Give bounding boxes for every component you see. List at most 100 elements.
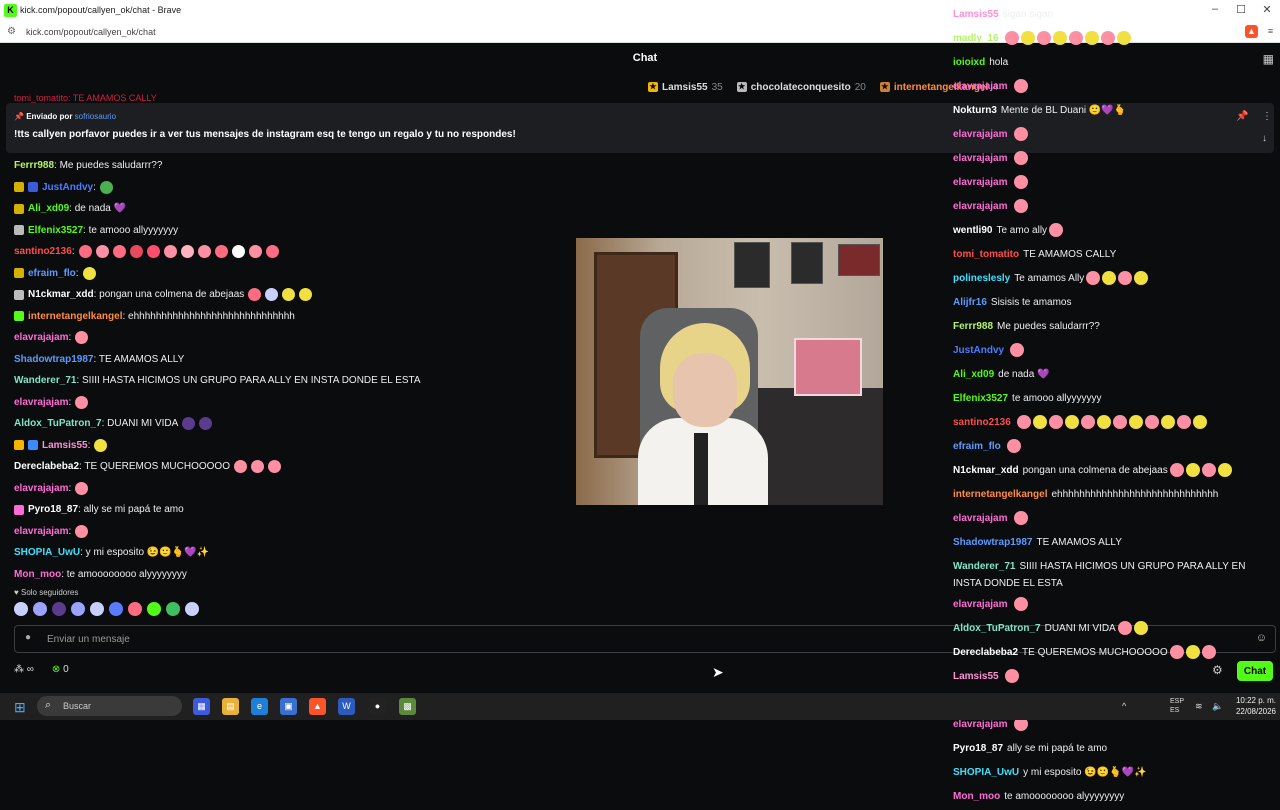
emote-icon[interactable] [182,417,196,431]
store-app-icon[interactable]: ▣ [280,698,297,715]
chat-username[interactable]: JustAndvy [42,182,93,193]
overlay-message-text: ehhhhhhhhhhhhhhhhhhhhhhhhhhhhh [1051,489,1219,500]
brave-app-icon[interactable]: ▲ [309,698,326,715]
overlay-username: Alijfr16 [953,297,987,308]
chat-username[interactable]: elavrajajam [14,332,69,343]
emote-icon[interactable] [231,245,245,259]
taskbar-clock[interactable]: 10:22 p. m. 22/08/2026 [1232,695,1276,717]
emote-icon[interactable] [75,331,89,345]
chat-username[interactable]: efraim_flo [28,268,76,279]
chat-message: Mon_moo: te amoooooooo alyyyyyyyy [14,564,574,586]
followers-only-label: ♥ Solo seguidores [14,588,78,597]
chat-username[interactable]: Ferrr988 [14,160,54,171]
emote-icon[interactable] [99,180,113,194]
leaderboard-entry[interactable]: ★ Lamsis55 35 [648,80,723,94]
chat-username[interactable]: internetangelkangel [28,311,122,322]
chat-username[interactable]: Wanderer_71 [14,375,76,386]
chat-username[interactable]: elavrajajam [14,483,69,494]
keyboard-language[interactable]: ESP ES [1170,697,1184,715]
overlay-emote-icon [1013,79,1028,94]
tray-chevron-icon[interactable]: ^ [1122,701,1126,711]
emote-icon[interactable] [214,245,228,259]
quick-emote-icon[interactable] [147,602,161,616]
overlay-message-text: Te amamos Ally [1014,273,1085,284]
overlay-chat-message: elavrajajam [953,124,1273,148]
emote-icon[interactable] [282,288,296,302]
emote-icon[interactable] [248,245,262,259]
chat-username[interactable]: Dereclabeba2 [14,461,79,472]
overlay-chat-list: Lamsis55 sigan sigan madly_16 ioioixd hola el… [953,4,1273,810]
overlay-emote-icon [1068,31,1083,46]
quick-emote-icon[interactable] [71,602,85,616]
emote-icon[interactable] [146,245,160,259]
chat-username[interactable]: Shadowtrap1987 [14,354,93,365]
site-settings-icon[interactable]: ⚙ [7,26,16,37]
followers-only-text: Solo seguidores [20,588,79,597]
emote-icon[interactable] [265,288,279,302]
url-text[interactable]: kick.com/popout/callyen_ok/chat [26,27,156,37]
emote-icon[interactable] [299,288,313,302]
quick-emote-icon[interactable] [33,602,47,616]
emote-icon[interactable] [112,245,126,259]
volume-icon[interactable]: 🔈 [1212,701,1223,712]
chat-username[interactable]: N1ckmar_xdd [28,289,94,300]
emote-icon[interactable] [75,524,89,538]
emote-icon[interactable] [82,266,96,280]
chat-username[interactable]: elavrajajam [14,526,69,537]
quick-emote-icon[interactable] [128,602,142,616]
emote-icon[interactable] [197,245,211,259]
emote-icon[interactable] [163,245,177,259]
quick-emote-icon[interactable] [109,602,123,616]
widgets-app-icon[interactable]: ▦ [193,698,210,715]
emote-icon[interactable] [248,288,262,302]
chat-username[interactable]: Ali_xd09 [28,203,69,214]
stream-video-frame[interactable] [576,238,883,505]
emote-icon[interactable] [250,460,264,474]
quick-emote-icon[interactable] [52,602,66,616]
chat-username[interactable]: Pyro18_87 [28,504,78,515]
chat-username[interactable]: Lamsis55 [42,440,88,451]
chat-username[interactable]: Mon_moo [14,569,61,580]
quick-emote-icon[interactable] [166,602,180,616]
chat-username[interactable]: Elfenix3527 [28,225,83,236]
chat-message-text: : [68,332,72,344]
pinned-user[interactable]: sofriosaurio [75,112,116,121]
emote-icon[interactable] [199,417,213,431]
overlay-emote-icon [1086,271,1101,286]
taskbar-search[interactable]: ⌕ Buscar [37,696,182,716]
emote-icon[interactable] [233,460,247,474]
emote-icon[interactable] [75,481,89,495]
emote-icon[interactable] [94,438,108,452]
quick-emote-icon[interactable] [14,602,28,616]
chat-username[interactable]: santino2136 [14,246,72,257]
chat-message-text: : SIIII HASTA HICIMOS UN GRUPO PARA ALLY… [76,375,421,387]
windows-start-icon[interactable]: ⊞ [14,699,26,716]
edge-browser-icon[interactable]: e [251,698,268,715]
emote-icon[interactable] [95,245,109,259]
emote-icon[interactable] [267,460,281,474]
overlay-username: madly_16 [953,33,999,44]
leaderboard-entry[interactable]: ★ chocolateconquesito 20 [736,80,866,94]
emote-icon[interactable] [180,245,194,259]
quick-emote-icon[interactable] [90,602,104,616]
chat-username[interactable]: SHOPIA_UwU [14,547,80,558]
emote-icon[interactable] [78,245,92,259]
overlay-username: efraim_flo [953,441,1001,452]
overlay-message-text: de nada 💜 [998,369,1050,380]
emote-icon[interactable] [129,245,143,259]
emote-icon[interactable] [75,395,89,409]
word-app-icon[interactable]: W [338,698,355,715]
chat-username[interactable]: elavrajajam [14,397,69,408]
obs-app-icon[interactable]: ● [369,698,386,715]
file-explorer-icon[interactable]: ▤ [222,698,239,715]
share-infinity-icon[interactable]: ⁂ ∞ [14,664,34,675]
chat-message: elavrajajam: [14,521,574,543]
emote-icon[interactable] [265,245,279,259]
overlay-username: Nokturn3 [953,105,997,116]
wifi-icon[interactable]: ≋ [1195,701,1203,712]
chat-username[interactable]: Aldox_TuPatron_7 [14,418,102,429]
quick-emote-icon[interactable] [185,602,199,616]
channel-points-icon[interactable]: ⊗ 0 [52,664,69,675]
overlay-emote-icon [1134,271,1149,286]
minecraft-app-icon[interactable]: ▩ [399,698,416,715]
